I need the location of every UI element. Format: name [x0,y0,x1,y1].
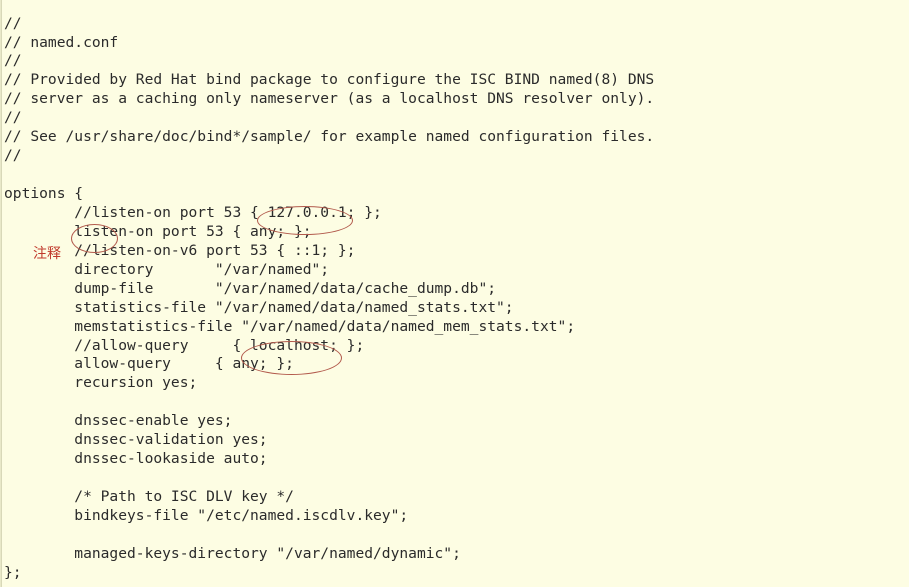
code-line: recursion yes; [4,374,198,392]
code-line: managed-keys-directory "/var/named/dynam… [4,544,461,562]
code-line: dump-file "/var/named/data/cache_dump.db… [4,279,497,297]
code-line: }; [4,563,22,581]
code-line: //listen-on-v6 port 53 { ::1; }; [4,241,356,259]
code-line: listen-on port 53 { any; }; [4,222,312,240]
code-line: /* Path to ISC DLV key */ [4,488,294,506]
code-line: bindkeys-file "/etc/named.iscdlv.key"; [4,506,409,524]
code-line: dnssec-lookaside auto; [4,450,268,468]
code-line: allow-query { any; }; [4,355,294,373]
text-editor-viewport: //// named.conf//// Provided by Red Hat … [0,0,909,587]
code-line: // [4,147,22,165]
code-line: //allow-query { localhost; }; [4,336,365,354]
window-left-edge [0,0,2,587]
code-line: statistics-file "/var/named/data/named_s… [4,298,514,316]
code-line: memstatistics-file "/var/named/data/name… [4,317,576,335]
code-line: directory "/var/named"; [4,260,330,278]
code-line: // [4,14,22,32]
code-line: dnssec-enable yes; [4,412,233,430]
code-line: // named.conf [4,33,119,51]
code-line: options { [4,185,84,203]
code-line: // See /usr/share/doc/bind*/sample/ for … [4,128,655,146]
code-line: //listen-on port 53 { 127.0.0.1; }; [4,203,382,221]
config-file-text[interactable]: //// named.conf//// Provided by Red Hat … [4,15,906,583]
code-line: // Provided by Red Hat bind package to c… [4,71,655,89]
code-line: // server as a caching only nameserver (… [4,90,655,108]
code-line: // [4,109,22,127]
code-line: // [4,52,22,70]
code-line: dnssec-validation yes; [4,431,268,449]
